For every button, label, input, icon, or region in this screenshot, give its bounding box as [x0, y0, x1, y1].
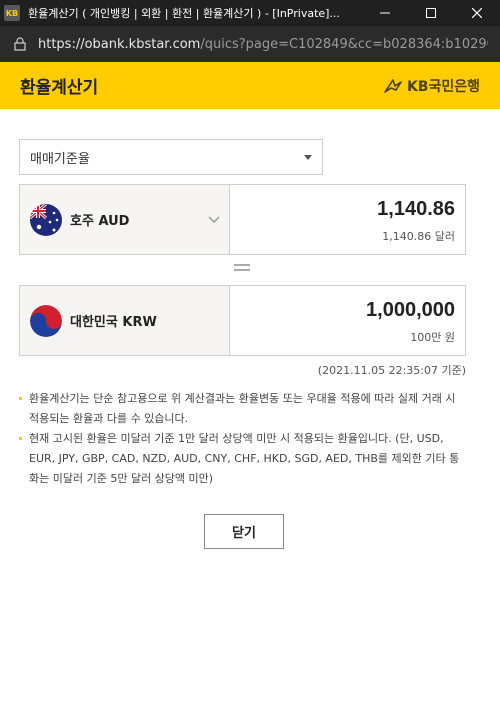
equals-icon	[234, 264, 250, 273]
kb-app-icon: KB	[4, 5, 20, 21]
rate-type-select[interactable]: 매매기준율	[19, 139, 323, 175]
to-currency-name: 대한민국 KRW	[70, 315, 157, 330]
maximize-button[interactable]	[408, 0, 454, 26]
url-path: /quics?page=C102849&cc=b028364:b10290...	[200, 36, 488, 52]
url-text[interactable]: https://obank.kbstar.com/quics?page=C102…	[38, 37, 488, 52]
to-amount-text: 100만 원	[410, 331, 455, 344]
url-host: https://obank.kbstar.com	[38, 36, 201, 52]
notes-list: 환율계산기는 단순 참고용으로 위 계산결과는 환율변동 또는 우대율 적용에 …	[19, 389, 469, 489]
caret-down-icon	[304, 155, 312, 160]
close-icon	[472, 8, 482, 18]
window-title: 환율계산기 ( 개인뱅킹 | 외환 | 환전 | 환율계산기 ) - [InPr…	[28, 7, 340, 20]
to-currency-label: 대한민국 KRW	[20, 286, 230, 355]
from-amount-text: 1,140.86 달러	[382, 230, 455, 243]
minimize-button[interactable]	[362, 0, 408, 26]
from-currency-select[interactable]: 호주 AUD	[20, 185, 230, 254]
to-amount-field[interactable]: 1,000,000 100만 원	[230, 286, 465, 355]
from-currency-row: 호주 AUD 1,140.86 1,140.86 달러	[19, 184, 466, 255]
scrollbar[interactable]	[490, 109, 500, 715]
australia-flag-icon	[30, 203, 62, 236]
to-currency-row: 대한민국 KRW 1,000,000 100만 원	[19, 285, 466, 356]
minimize-icon	[380, 12, 390, 14]
maximize-icon	[426, 8, 436, 18]
rate-timestamp: (2021.11.05 22:35:07 기준)	[317, 364, 466, 377]
from-currency-name: 호주 AUD	[70, 214, 130, 229]
note-item: 현재 고시된 환율은 미달러 기준 1만 달러 상당액 미만 시 적용되는 환율…	[19, 429, 469, 489]
kb-star-icon	[384, 78, 402, 93]
to-amount-value: 1,000,000	[366, 299, 455, 321]
lock-icon[interactable]	[12, 36, 28, 52]
from-amount-value: 1,140.86	[377, 198, 455, 220]
address-bar[interactable]: https://obank.kbstar.com/quics?page=C102…	[0, 26, 500, 62]
note-item: 환율계산기는 단순 참고용으로 위 계산결과는 환율변동 또는 우대율 적용에 …	[19, 389, 469, 429]
kb-bank-logo: KB국민은행	[383, 76, 480, 96]
korea-flag-icon	[30, 304, 62, 337]
window-controls	[362, 0, 500, 26]
chevron-down-icon	[208, 216, 220, 224]
close-window-button[interactable]	[454, 0, 500, 26]
window-title-bar: KB 환율계산기 ( 개인뱅킹 | 외환 | 환전 | 환율계산기 ) - [I…	[0, 0, 500, 26]
from-amount-field[interactable]: 1,140.86 1,140.86 달러	[230, 185, 465, 254]
close-button[interactable]: 닫기	[204, 514, 284, 549]
page-header: 환율계산기 KB국민은행	[0, 62, 500, 109]
brand-name: KB국민은행	[406, 78, 480, 95]
page-title: 환율계산기	[20, 78, 99, 98]
rate-type-value: 매매기준율	[30, 151, 90, 167]
